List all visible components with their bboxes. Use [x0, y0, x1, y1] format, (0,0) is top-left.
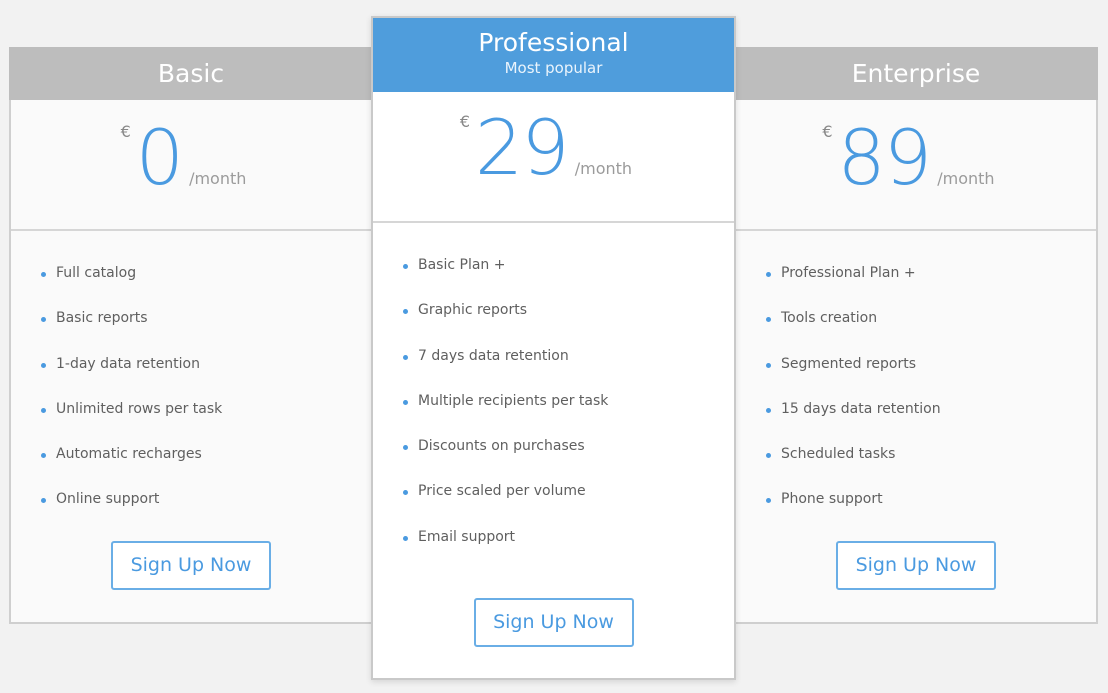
price-period: /month — [189, 169, 247, 188]
feature-item: Phone support — [766, 490, 1096, 535]
plan-header: Enterprise — [734, 47, 1098, 100]
feature-list: Basic Plan + Graphic reports 7 days data… — [373, 223, 734, 573]
price-amount: 89 — [837, 113, 932, 202]
bullet-icon — [403, 445, 408, 451]
plan-card-professional: Professional Most popular € 29 /month Ba… — [371, 16, 736, 680]
bullet-icon — [766, 498, 771, 504]
feature-item: Full catalog — [41, 264, 371, 309]
feature-item: 15 days data retention — [766, 400, 1096, 445]
most-popular-badge: Most popular — [504, 59, 603, 77]
price: € 0 /month — [121, 120, 247, 196]
plan-name: Enterprise — [851, 59, 981, 88]
sign-up-button-professional[interactable]: Sign Up Now — [473, 598, 634, 647]
bullet-icon — [766, 272, 771, 277]
bullet-icon — [403, 535, 408, 541]
bullet-icon — [766, 317, 771, 323]
feature-item: Online support — [41, 490, 371, 535]
feature-list: Professional Plan + Tools creation Segme… — [736, 231, 1096, 536]
plan-name: Professional — [478, 28, 629, 57]
feature-item: Automatic recharges — [41, 445, 371, 490]
bullet-icon — [766, 362, 771, 368]
plan-header: Basic — [9, 47, 373, 100]
feature-item: Graphic reports — [403, 301, 734, 346]
bullet-icon — [766, 453, 771, 459]
price-period: /month — [937, 169, 995, 188]
currency-symbol: € — [822, 122, 833, 141]
bullet-icon — [403, 490, 408, 496]
plan-name: Basic — [157, 59, 225, 88]
feature-item: Discounts on purchases — [403, 437, 734, 482]
price-box: € 29 /month — [373, 92, 734, 223]
bullet-icon — [41, 272, 46, 277]
bullet-icon — [41, 317, 46, 323]
feature-list: Full catalog Basic reports 1-day data re… — [11, 231, 371, 536]
bullet-icon — [403, 264, 408, 269]
feature-item: Price scaled per volume — [403, 482, 734, 527]
bullet-icon — [41, 498, 46, 504]
feature-item: Email support — [403, 528, 734, 573]
currency-symbol: € — [120, 122, 131, 141]
price-amount: 29 — [474, 103, 570, 192]
feature-item: 7 days data retention — [403, 347, 734, 392]
feature-item: Scheduled tasks — [766, 445, 1096, 490]
bullet-icon — [41, 407, 46, 413]
pricing-table: Basic € 0 /month Full catalog Basic repo… — [0, 0, 1108, 693]
price: € 29 /month — [460, 110, 633, 186]
currency-symbol: € — [459, 112, 471, 131]
price-period: /month — [574, 159, 633, 178]
feature-item: Segmented reports — [766, 355, 1096, 400]
price: € 89 /month — [822, 120, 995, 196]
bullet-icon — [41, 453, 46, 459]
price-box: € 0 /month — [11, 100, 371, 231]
feature-item: Tools creation — [766, 309, 1096, 354]
feature-item: Professional Plan + — [766, 264, 1096, 309]
bullet-icon — [403, 399, 408, 405]
feature-item: Unlimited rows per task — [41, 400, 371, 445]
feature-item: Basic reports — [41, 309, 371, 354]
bullet-icon — [403, 309, 408, 315]
sign-up-button-basic[interactable]: Sign Up Now — [111, 541, 271, 590]
price-box: € 89 /month — [736, 100, 1096, 231]
plan-card-basic: Basic € 0 /month Full catalog Basic repo… — [9, 47, 373, 624]
plan-header: Professional Most popular — [373, 18, 734, 92]
feature-item: Multiple recipients per task — [403, 392, 734, 437]
sign-up-button-enterprise[interactable]: Sign Up Now — [836, 541, 996, 590]
feature-item: Basic Plan + — [403, 256, 734, 301]
bullet-icon — [766, 407, 771, 413]
price-amount: 0 — [135, 113, 184, 202]
plan-card-enterprise: Enterprise € 89 /month Professional Plan… — [734, 47, 1098, 624]
bullet-icon — [403, 354, 408, 360]
bullet-icon — [41, 362, 46, 368]
feature-item: 1-day data retention — [41, 355, 371, 400]
